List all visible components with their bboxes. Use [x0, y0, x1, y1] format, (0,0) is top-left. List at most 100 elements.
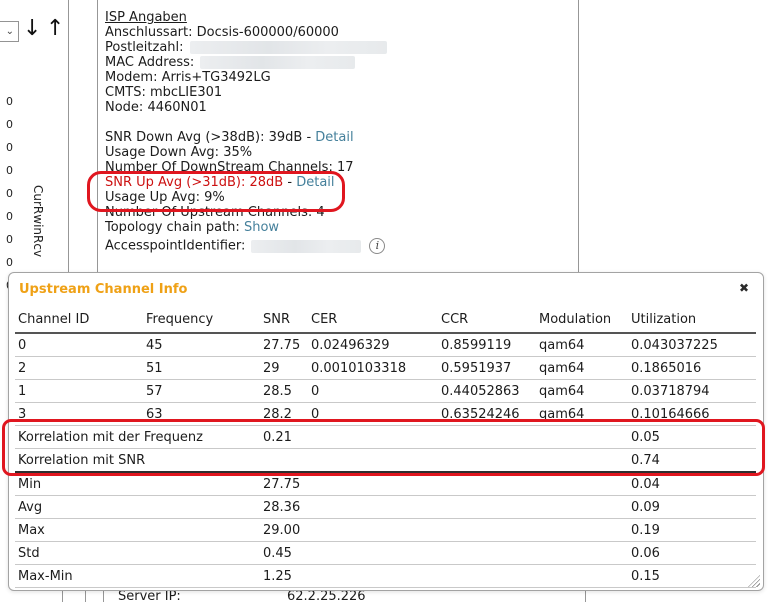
table-cell: 27.75: [260, 333, 308, 357]
isp-mac-label: MAC Address:: [105, 55, 194, 70]
isp-num-down: Number Of DownStream Channels: 17: [105, 160, 575, 175]
isp-postleitzahl-label: Postleitzahl:: [105, 40, 184, 55]
isp-accesspoint: AccesspointIdentifier: i: [105, 238, 575, 253]
col-cer: CER: [308, 306, 438, 333]
empty-cell: [308, 496, 628, 519]
row-label: Avg: [15, 496, 260, 519]
empty-cell: [308, 472, 628, 496]
row-label: Min: [15, 472, 260, 496]
table-cell: 0.5951937: [438, 357, 536, 380]
isp-usage-up: Usage Up Avg: 9%: [105, 190, 575, 205]
empty-cell: [308, 542, 628, 565]
channel-table: Channel ID Frequency SNR CER CCR Modulat…: [15, 306, 756, 588]
row-label: Max: [15, 519, 260, 542]
col-snr: SNR: [260, 306, 308, 333]
stats-row: Min27.750.04: [15, 472, 756, 496]
utilization-value: 0.74: [628, 449, 756, 473]
row-label: Korrelation mit der Frequenz: [15, 426, 260, 449]
table-cell: 0: [308, 403, 438, 426]
redacted-value: [190, 41, 387, 54]
table-cell: qam64: [536, 380, 628, 403]
stats-row: Std0.450.06: [15, 542, 756, 565]
channel-row: 04527.750.024963290.8599119qam640.043037…: [15, 333, 756, 357]
table-cell: qam64: [536, 357, 628, 380]
isp-mac: MAC Address:: [105, 55, 575, 70]
utilization-value: 0.06: [628, 542, 756, 565]
table-cell: 0.63524246: [438, 403, 536, 426]
channel-row: 36328.200.63524246qam640.10164666: [15, 403, 756, 426]
channel-table-body: 04527.750.024963290.8599119qam640.043037…: [15, 333, 756, 588]
col-channel-id: Channel ID: [15, 306, 143, 333]
table-cell: 0.10164666: [628, 403, 756, 426]
utilization-value: 0.05: [628, 426, 756, 449]
stats-row: Max29.000.19: [15, 519, 756, 542]
utilization-value: 0.15: [628, 565, 756, 588]
isp-num-up: Number Of Upstream Channels: 4: [105, 205, 575, 220]
accesspoint-label: AccesspointIdentifier:: [105, 239, 245, 254]
table-cell: 0.44052863: [438, 380, 536, 403]
snr-value: 28.36: [260, 496, 308, 519]
table-cell: 0.03718794: [628, 380, 756, 403]
dialog-title: Upstream Channel Info: [19, 282, 187, 297]
snr-value: 27.75: [260, 472, 308, 496]
table-header-row: Channel ID Frequency SNR CER CCR Modulat…: [15, 306, 756, 333]
redacted-value: [251, 240, 361, 253]
snr-value: 1.25: [260, 565, 308, 588]
isp-snr-down: SNR Down Avg (>38dB): 39dB - Detail: [105, 130, 575, 145]
isp-usage-down: Usage Down Avg: 35%: [105, 145, 575, 160]
table-cell: 3: [15, 403, 143, 426]
isp-panel: ISP Angaben Anschlussart: Docsis-600000/…: [105, 10, 575, 253]
isp-modem: Modem: Arris+TG3492LG: [105, 70, 575, 85]
table-cell: 1: [15, 380, 143, 403]
table-cell: 0.0010103318: [308, 357, 438, 380]
axis-tick: 0: [6, 95, 18, 108]
axis-tick: 0: [6, 210, 18, 223]
utilization-value: 0.09: [628, 496, 756, 519]
snr-down-text: SNR Down Avg (>38dB): 39dB: [105, 130, 302, 145]
table-cell: 2: [15, 357, 143, 380]
divider-vertical: [68, 0, 69, 272]
snr-up-detail-link[interactable]: Detail: [296, 175, 334, 190]
table-cell: 0.02496329: [308, 333, 438, 357]
upstream-channel-info-dialog: Upstream Channel Info ✖ Channel ID Frequ…: [8, 272, 764, 591]
snr-value: 0.45: [260, 542, 308, 565]
table-cell: 0: [15, 333, 143, 357]
empty-cell: [308, 426, 628, 449]
table-cell: qam64: [536, 403, 628, 426]
table-cell: 29: [260, 357, 308, 380]
table-cell: qam64: [536, 333, 628, 357]
down-arrow-icon[interactable]: ↓: [23, 14, 41, 44]
table-cell: 0.8599119: [438, 333, 536, 357]
table-cell: 0.1865016: [628, 357, 756, 380]
col-frequency: Frequency: [143, 306, 260, 333]
separator-dash: -: [306, 130, 311, 145]
channel-row: 251290.00101033180.5951937qam640.1865016: [15, 357, 756, 380]
separator-dash: -: [287, 175, 292, 190]
table-cell: 51: [143, 357, 260, 380]
info-icon[interactable]: i: [369, 238, 385, 254]
isp-postleitzahl: Postleitzahl:: [105, 40, 575, 55]
axis-tick: 0: [6, 233, 18, 246]
table-cell: 0: [308, 380, 438, 403]
col-modulation: Modulation: [536, 306, 628, 333]
chevron-down-icon: ⌄: [6, 26, 14, 37]
col-utilization: Utilization: [628, 306, 756, 333]
topology-show-link[interactable]: Show: [244, 220, 279, 235]
dropdown-select[interactable]: ⌄: [0, 21, 19, 42]
page: ⌄ ↓ ↑ 000000000 CurRwinRcv ISP Angaben A…: [0, 0, 772, 602]
isp-title: ISP Angaben: [105, 10, 575, 25]
spacer: [105, 115, 575, 130]
table-cell: 0.043037225: [628, 333, 756, 357]
table-cell: 57: [143, 380, 260, 403]
table-cell: 45: [143, 333, 260, 357]
up-arrow-icon[interactable]: ↑: [46, 14, 64, 44]
axis-tick: 0: [6, 118, 18, 131]
close-icon[interactable]: ✖: [739, 281, 749, 295]
divider-vertical: [97, 0, 98, 272]
snr-down-detail-link[interactable]: Detail: [315, 130, 353, 145]
table-cell: 63: [143, 403, 260, 426]
stats-row: Max-Min1.25 0.15: [15, 565, 756, 588]
table-cell: 28.5: [260, 380, 308, 403]
row-label: Max-Min: [15, 565, 260, 588]
table-cell: 28.2: [260, 403, 308, 426]
